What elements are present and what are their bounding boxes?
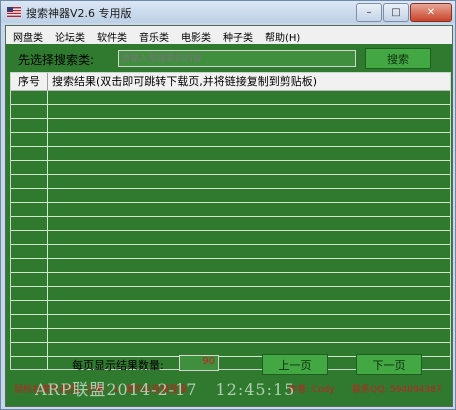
results-rows xyxy=(11,91,450,369)
grid-line xyxy=(11,286,450,287)
prev-page-button[interactable]: 上一页 xyxy=(262,354,328,375)
results-list[interactable]: 序号 搜索结果(双击即可跳转下载页,并将链接复制到剪贴板) xyxy=(10,72,451,370)
grid-line xyxy=(11,118,450,119)
watermark: ARP联盟2014-2-17 12:45:15 xyxy=(35,376,295,400)
app-window: 搜索神器V2.6 专用版 – □ ✕ 网盘类 论坛类 软件类 音乐类 电影类 种… xyxy=(0,0,456,410)
results-per-page-input[interactable]: 90 xyxy=(179,355,219,371)
menu-forum[interactable]: 论坛类 xyxy=(48,26,90,44)
column-header-index[interactable]: 序号 xyxy=(11,73,48,90)
grid-line xyxy=(11,216,450,217)
main-panel: 网盘类 论坛类 软件类 音乐类 电影类 种子类 帮助(H) 先选择搜索类: 搜索… xyxy=(5,25,453,407)
grid-line xyxy=(11,342,450,343)
search-input[interactable] xyxy=(118,50,356,67)
menu-torrent[interactable]: 种子类 xyxy=(216,26,258,44)
window-title: 搜索神器V2.6 专用版 xyxy=(26,7,132,20)
watermark-time: 12:45:15 xyxy=(215,380,296,399)
grid-line xyxy=(11,258,450,259)
next-page-button[interactable]: 下一页 xyxy=(356,354,422,375)
menu-bar: 网盘类 论坛类 软件类 音乐类 电影类 种子类 帮助(H) xyxy=(6,26,452,44)
grid-line xyxy=(11,314,450,315)
column-header-result[interactable]: 搜索结果(双击即可跳转下载页,并将链接复制到剪贴板) xyxy=(52,73,317,90)
close-button[interactable]: ✕ xyxy=(410,3,452,22)
maximize-button[interactable]: □ xyxy=(383,3,409,22)
status-contact: 联系QQ: 594094387 xyxy=(352,385,442,395)
search-category-label: 先选择搜索类: xyxy=(18,53,95,67)
grid-line xyxy=(11,300,450,301)
grid-line xyxy=(11,328,450,329)
grid-line xyxy=(11,188,450,189)
minimize-button[interactable]: – xyxy=(356,3,382,22)
menu-movie[interactable]: 电影类 xyxy=(174,26,216,44)
watermark-text: ARP联盟2014-2-17 xyxy=(35,380,198,399)
grid-line xyxy=(11,244,450,245)
menu-netdisk[interactable]: 网盘类 xyxy=(6,26,48,44)
caption-buttons: – □ ✕ xyxy=(355,3,452,22)
grid-line xyxy=(11,160,450,161)
results-per-page-label: 每页显示结果数量: xyxy=(72,359,164,372)
grid-line xyxy=(11,104,450,105)
grid-line xyxy=(11,174,450,175)
grid-line xyxy=(11,132,450,133)
title-bar[interactable]: 搜索神器V2.6 专用版 – □ ✕ xyxy=(1,1,455,23)
flag-icon xyxy=(7,7,21,17)
results-header: 序号 搜索结果(双击即可跳转下载页,并将链接复制到剪贴板) xyxy=(11,73,450,91)
menu-help[interactable]: 帮助(H) xyxy=(258,26,305,44)
grid-line xyxy=(11,146,450,147)
grid-line xyxy=(11,202,450,203)
grid-line xyxy=(11,272,450,273)
grid-line xyxy=(11,230,450,231)
menu-software[interactable]: 软件类 xyxy=(90,26,132,44)
menu-music[interactable]: 音乐类 xyxy=(132,26,174,44)
column-divider xyxy=(47,91,48,369)
search-button[interactable]: 搜索 xyxy=(365,48,431,69)
